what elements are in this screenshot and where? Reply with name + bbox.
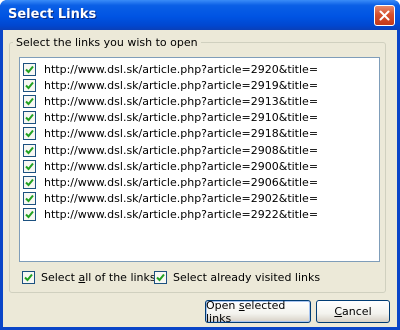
link-url: http://www.dsl.sk/article.php?article=29… <box>44 143 319 157</box>
open-selected-links-button[interactable]: Open selected links <box>205 298 311 325</box>
checkmark-icon <box>156 273 165 282</box>
link-list-item[interactable]: http://www.dsl.sk/article.php?article=29… <box>23 93 363 109</box>
select-visited-option[interactable]: Select already visited links <box>154 271 320 284</box>
link-checkbox[interactable] <box>23 127 36 141</box>
select-visited-label: Select already visited links <box>173 271 321 284</box>
close-button[interactable] <box>374 5 395 26</box>
checkmark-icon <box>25 130 34 138</box>
checkmark-icon <box>25 113 34 122</box>
link-list-item[interactable]: http://www.dsl.sk/article.php?article=29… <box>23 142 363 158</box>
link-checkbox[interactable] <box>23 62 36 76</box>
links-listbox[interactable]: http://www.dsl.sk/article.php?article=29… <box>19 57 380 262</box>
title-bar[interactable]: Select Links <box>0 0 400 30</box>
link-list-item[interactable]: http://www.dsl.sk/article.php?article=29… <box>23 158 363 174</box>
checkmark-icon <box>25 146 34 154</box>
link-list-item[interactable]: http://www.dsl.sk/article.php?article=29… <box>23 61 363 77</box>
checkmark-icon <box>25 178 34 187</box>
select-visited-checkbox[interactable] <box>154 271 167 284</box>
link-url: http://www.dsl.sk/article.php?article=29… <box>44 159 319 173</box>
link-checkbox[interactable] <box>23 94 36 108</box>
checkmark-icon <box>25 65 34 73</box>
link-list-item[interactable]: http://www.dsl.sk/article.php?article=29… <box>23 191 363 207</box>
open-selected-links-label: Open selected links <box>206 298 286 325</box>
link-checkbox[interactable] <box>23 208 36 222</box>
link-list-item[interactable]: http://www.dsl.sk/article.php?article=29… <box>23 110 363 126</box>
link-checkbox[interactable] <box>23 143 36 157</box>
link-url: http://www.dsl.sk/article.php?article=29… <box>44 192 319 206</box>
close-icon <box>379 10 390 21</box>
link-list-item[interactable]: http://www.dsl.sk/article.php?article=29… <box>23 207 363 223</box>
checkmark-icon <box>25 97 34 106</box>
select-all-label: Select all of the links <box>41 271 156 284</box>
link-url: http://www.dsl.sk/article.php?article=29… <box>44 62 319 76</box>
link-url: http://www.dsl.sk/article.php?article=29… <box>44 94 319 108</box>
link-url: http://www.dsl.sk/article.php?article=29… <box>44 208 319 222</box>
dialog-body: Select the links you wish to open http:/… <box>3 30 397 327</box>
link-list-item[interactable]: http://www.dsl.sk/article.php?article=29… <box>23 77 363 93</box>
link-list-item[interactable]: http://www.dsl.sk/article.php?article=29… <box>23 126 363 142</box>
link-checkbox[interactable] <box>23 78 36 92</box>
link-url: http://www.dsl.sk/article.php?article=29… <box>44 111 319 125</box>
window-title: Select Links <box>8 7 97 22</box>
checkmark-icon <box>25 211 34 219</box>
link-checkbox[interactable] <box>23 175 36 189</box>
checkmark-icon <box>25 194 34 203</box>
checkmark-icon <box>25 162 34 171</box>
link-url: http://www.dsl.sk/article.php?article=29… <box>44 78 319 92</box>
link-checkbox[interactable] <box>23 111 36 125</box>
dialog-window: Select Links Select the links you wish t… <box>0 0 400 330</box>
link-checkbox[interactable] <box>23 192 36 206</box>
checkmark-icon <box>24 273 33 282</box>
link-url: http://www.dsl.sk/article.php?article=29… <box>44 175 319 189</box>
select-all-option[interactable]: Select all of the links <box>22 271 156 284</box>
link-url: http://www.dsl.sk/article.php?article=29… <box>44 127 319 141</box>
groupbox-legend: Select the links you wish to open <box>13 36 201 49</box>
select-all-checkbox[interactable] <box>22 271 35 284</box>
checkmark-icon <box>25 81 34 90</box>
cancel-button[interactable]: Cancel <box>316 300 390 323</box>
link-checkbox[interactable] <box>23 159 36 173</box>
link-list-item[interactable]: http://www.dsl.sk/article.php?article=29… <box>23 174 363 190</box>
cancel-label: Cancel <box>334 305 372 318</box>
